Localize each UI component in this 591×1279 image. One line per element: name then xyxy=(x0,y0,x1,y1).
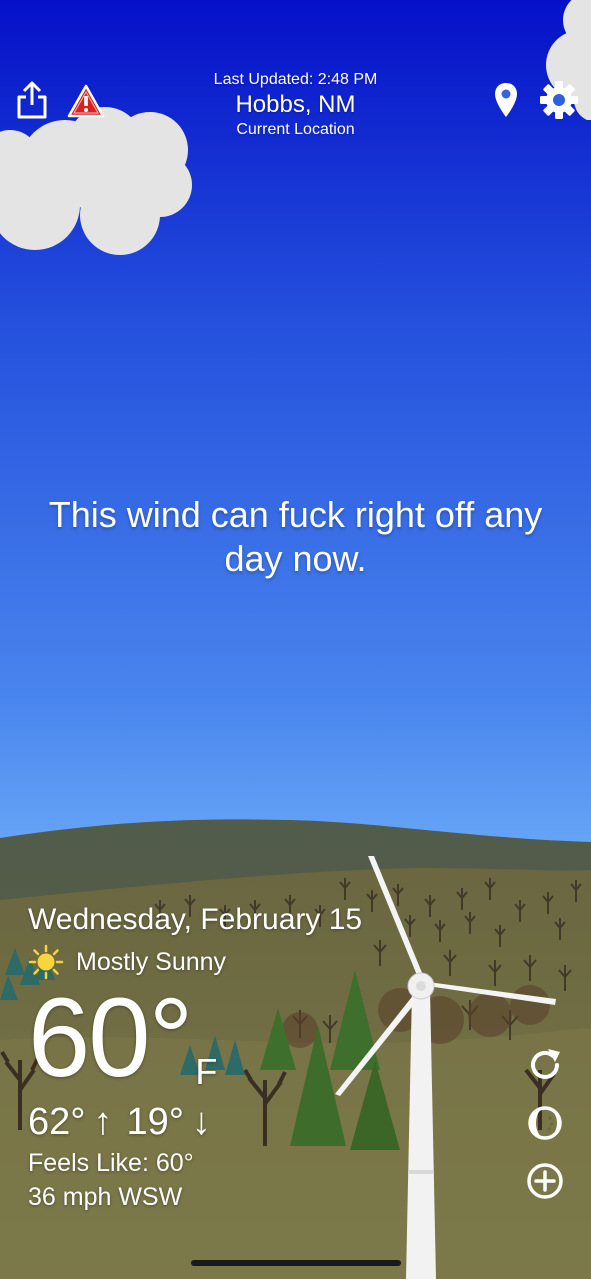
low-temp: 19° xyxy=(126,1101,184,1143)
high-arrow-icon: ↑ xyxy=(93,1101,113,1143)
weather-message: This wind can fuck right off any day now… xyxy=(48,494,543,579)
feels-like-text: Feels Like: 60° xyxy=(28,1149,194,1177)
share-icon xyxy=(17,81,47,119)
refresh-button[interactable] xyxy=(526,1046,564,1084)
wind-text: 36 mph WSW xyxy=(28,1183,183,1211)
temperature-unit: F xyxy=(195,1051,218,1092)
low-arrow-icon: ↓ xyxy=(191,1101,211,1143)
current-weather: Wednesday, February 15 Mostly Sunny 60° … xyxy=(28,900,448,1214)
add-location-button[interactable] xyxy=(526,1162,564,1200)
high-low-row: 62° ↑ 19° ↓ xyxy=(28,1100,448,1144)
share-button[interactable] xyxy=(14,80,50,120)
theme-toggle-button[interactable] xyxy=(526,1104,564,1142)
condition-text: Mostly Sunny xyxy=(76,947,227,976)
temperature-row: 60° F xyxy=(28,982,448,1094)
settings-button[interactable] xyxy=(538,79,580,121)
gear-icon xyxy=(540,81,578,119)
last-updated-text: Last Updated: 2:48 PM xyxy=(213,71,378,88)
date-text: Wednesday, February 15 xyxy=(28,903,363,936)
add-icon xyxy=(527,1163,563,1199)
temperature-value: 60° xyxy=(28,975,193,1100)
location-name: Hobbs, NM xyxy=(235,91,356,118)
location-header[interactable]: Last Updated: 2:48 PM Hobbs, NM Current … xyxy=(150,70,441,140)
alert-button[interactable] xyxy=(66,82,106,120)
location-button[interactable] xyxy=(490,80,522,120)
location-subtitle: Current Location xyxy=(236,121,355,138)
location-pin-icon xyxy=(495,83,517,117)
alert-triangle-icon xyxy=(67,84,105,118)
theme-toggle-icon xyxy=(528,1106,562,1140)
refresh-icon xyxy=(531,1049,560,1079)
home-indicator[interactable] xyxy=(191,1260,401,1266)
high-temp: 62° xyxy=(28,1101,86,1143)
